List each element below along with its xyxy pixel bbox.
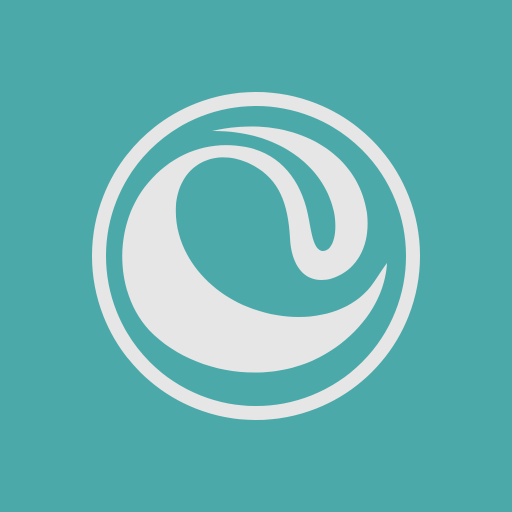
swirl-emblem-icon xyxy=(0,0,512,512)
icon-background xyxy=(0,0,512,512)
app-icon-canvas xyxy=(0,0,512,512)
